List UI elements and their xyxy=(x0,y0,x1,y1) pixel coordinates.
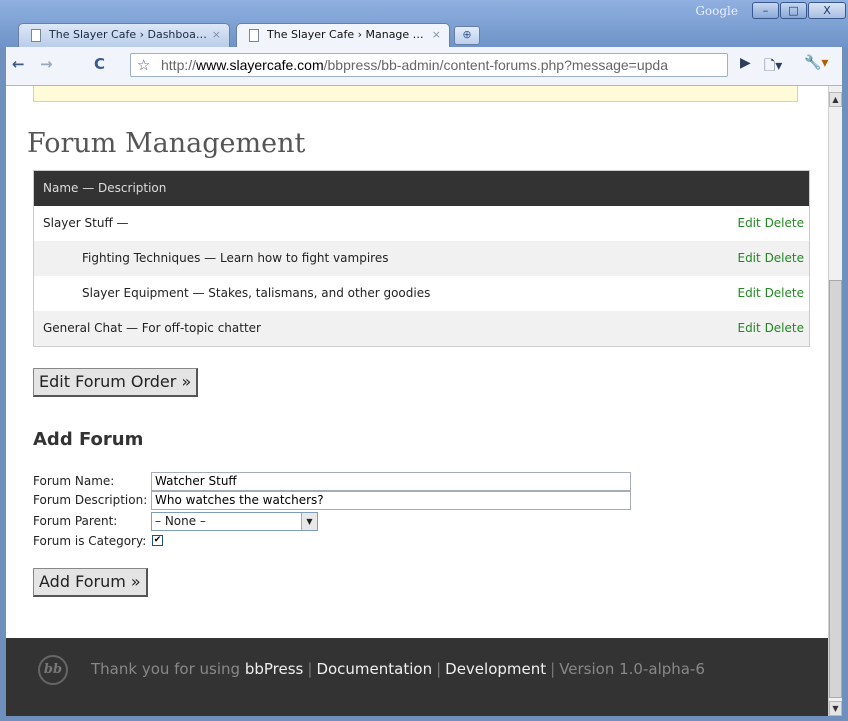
forum-description-label: Forum Description: xyxy=(33,493,148,507)
url-text[interactable]: http://www.slayercafe.com/bbpress/bb-adm… xyxy=(161,57,668,73)
edit-link[interactable]: Edit xyxy=(737,251,760,265)
go-icon[interactable]: ▶ xyxy=(740,55,751,71)
chevron-down-icon[interactable]: ▼ xyxy=(301,513,317,530)
forum-category-checkbox[interactable]: ✔ xyxy=(152,535,163,546)
scroll-thumb[interactable] xyxy=(829,280,842,698)
address-bar[interactable]: ☆ http://www.slayercafe.com/bbpress/bb-a… xyxy=(130,53,728,77)
scroll-down-arrow-icon[interactable]: ▼ xyxy=(829,701,842,716)
delete-link[interactable]: Delete xyxy=(765,251,804,265)
table-row: General Chat — For off-topic chatter Edi… xyxy=(34,311,809,346)
vertical-scrollbar[interactable]: ▲ ▼ xyxy=(828,86,842,716)
forum-name: General Chat — For off-topic chatter xyxy=(43,321,261,335)
new-tab-button[interactable]: ⊕ xyxy=(454,26,480,45)
edit-link[interactable]: Edit xyxy=(737,286,760,300)
forum-name: Slayer Stuff — xyxy=(43,216,129,230)
edit-link[interactable]: Edit xyxy=(737,216,760,230)
browser-toolbar: ← → C ☆ http://www.slayercafe.com/bbpres… xyxy=(6,47,842,86)
documentation-link[interactable]: Documentation xyxy=(316,660,432,678)
scroll-up-arrow-icon[interactable]: ▲ xyxy=(829,92,842,107)
forum-name-input[interactable]: Watcher Stuff xyxy=(151,472,631,491)
bbpress-logo: bb xyxy=(38,655,68,685)
close-tab-icon[interactable]: × xyxy=(212,28,221,41)
minimize-button[interactable]: – xyxy=(752,2,779,19)
page-icon xyxy=(249,29,259,42)
forum-category-label: Forum is Category: xyxy=(33,534,147,548)
forum-name-label: Forum Name: xyxy=(33,474,115,488)
google-label: Google xyxy=(695,4,738,18)
delete-link[interactable]: Delete xyxy=(765,286,804,300)
tab-title: The Slayer Cafe › Manage … xyxy=(267,28,424,41)
page-viewport: Forum Management Name — Description Slay… xyxy=(6,86,828,716)
footer-thanks: Thank you for using xyxy=(91,660,241,678)
add-forum-heading: Add Forum xyxy=(33,429,144,450)
forum-description-input[interactable]: Who watches the watchers? xyxy=(151,491,631,510)
bbpress-link[interactable]: bbPress xyxy=(245,660,304,678)
footer: bb Thank you for using bbPress | Documenta… xyxy=(6,638,828,716)
forum-parent-value: – None – xyxy=(155,514,206,528)
maximize-button[interactable]: □ xyxy=(780,2,807,19)
browser-window: Google – □ X The Slayer Cafe › Dashboa… … xyxy=(0,0,848,721)
delete-link[interactable]: Delete xyxy=(765,321,804,335)
forum-parent-select[interactable]: – None – ▼ xyxy=(151,512,318,531)
add-forum-button[interactable]: Add Forum » xyxy=(33,568,148,597)
table-row: Slayer Stuff — Edit Delete xyxy=(34,206,809,241)
tab-title: The Slayer Cafe › Dashboa… xyxy=(49,28,207,41)
close-window-button[interactable]: X xyxy=(808,2,846,19)
forum-parent-label: Forum Parent: xyxy=(33,514,118,528)
title-bar: Google – □ X The Slayer Cafe › Dashboa… … xyxy=(0,0,848,49)
delete-link[interactable]: Delete xyxy=(765,216,804,230)
page-menu-icon[interactable]: 🗋▾ xyxy=(764,55,782,79)
table-row: Fighting Techniques — Learn how to fight… xyxy=(34,241,809,276)
forum-table: Name — Description Slayer Stuff — Edit D… xyxy=(33,170,810,347)
footer-text: Thank you for using bbPress | Documentatio… xyxy=(91,660,705,678)
development-link[interactable]: Development xyxy=(445,660,546,678)
version-text: Version 1.0-alpha-6 xyxy=(559,660,705,678)
tab-dashboard[interactable]: The Slayer Cafe › Dashboa… × xyxy=(18,23,230,48)
wrench-icon[interactable]: 🔧▾ xyxy=(804,55,828,71)
page-title: Forum Management xyxy=(27,128,306,159)
page-icon xyxy=(31,29,41,42)
edit-forum-order-button[interactable]: Edit Forum Order » xyxy=(33,368,199,397)
table-header: Name — Description xyxy=(34,171,809,206)
forum-name: Slayer Equipment — Stakes, talismans, an… xyxy=(82,286,431,300)
forward-icon[interactable]: → xyxy=(40,55,53,73)
update-notice xyxy=(33,86,798,102)
reload-icon[interactable]: C xyxy=(94,55,105,73)
edit-link[interactable]: Edit xyxy=(737,321,760,335)
tab-manage-forums[interactable]: The Slayer Cafe › Manage … × xyxy=(236,23,450,49)
bookmark-star-icon[interactable]: ☆ xyxy=(137,56,150,74)
forum-name: Fighting Techniques — Learn how to fight… xyxy=(82,251,389,265)
close-tab-icon[interactable]: × xyxy=(432,28,441,41)
back-icon[interactable]: ← xyxy=(12,55,25,73)
table-row: Slayer Equipment — Stakes, talismans, an… xyxy=(34,276,809,311)
